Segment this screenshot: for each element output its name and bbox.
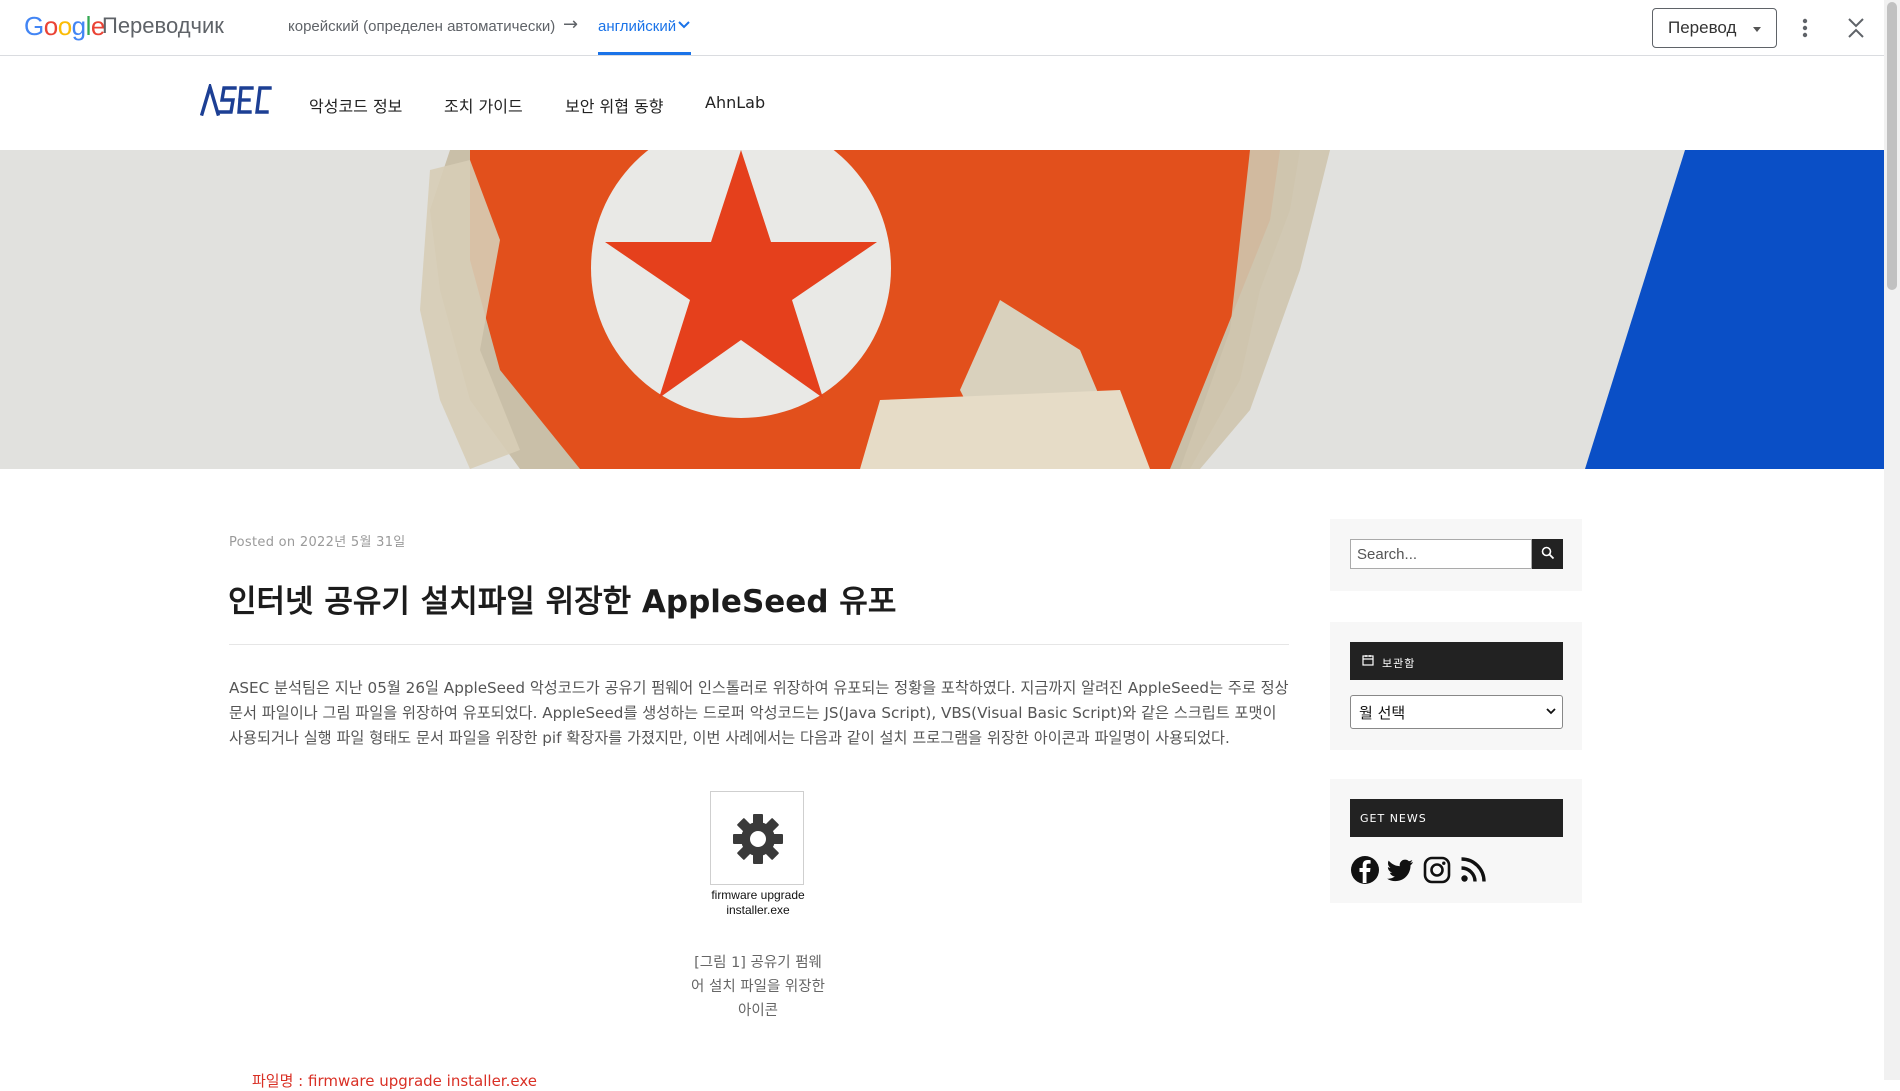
google-logo-letter: g (71, 11, 86, 41)
archive-widget-title: 보관함 (1350, 642, 1563, 680)
hero-banner (0, 150, 1884, 469)
get-news-widget-title: GET NEWS (1350, 799, 1563, 837)
rss-icon[interactable] (1458, 855, 1488, 885)
gear-icon (733, 814, 783, 864)
get-news-widget-label: GET NEWS (1360, 812, 1427, 825)
google-logo: Google (24, 11, 105, 42)
article-title: 인터넷 공유기 설치파일 위장한 AppleSeed 유포 (228, 584, 897, 620)
page-scrollbar[interactable] (1884, 0, 1900, 1080)
search-button[interactable] (1532, 539, 1563, 569)
google-logo-letter: o (43, 11, 58, 41)
figure-file-icon (710, 791, 804, 885)
search-icon (1541, 546, 1554, 559)
translate-button-label: Перевод (1668, 18, 1737, 37)
search-input[interactable] (1350, 539, 1532, 569)
get-news-widget: GET NEWS (1330, 779, 1582, 903)
title-divider (229, 644, 1289, 645)
nav-item-ahnlab[interactable]: AhnLab (705, 93, 765, 112)
more-vert-icon[interactable] (1798, 14, 1812, 42)
figure-file-name: firmware upgrade installer.exe (711, 888, 805, 917)
target-language-tab[interactable]: английский (598, 0, 691, 55)
calendar-icon (1362, 655, 1374, 666)
nav-item-malware-info[interactable]: 악성코드 정보 (309, 93, 402, 117)
scrollbar-thumb[interactable] (1887, 2, 1897, 290)
google-logo-letter: o (57, 11, 72, 41)
collapse-icon[interactable] (1846, 14, 1866, 42)
translate-app-name: Переводчик (102, 13, 224, 38)
archive-month-select[interactable]: 월 선택 (1350, 695, 1563, 729)
chevron-down-icon (678, 21, 690, 29)
site-header: 악성코드 정보 조치 가이드 보안 위협 동향 AhnLab (0, 57, 1884, 150)
google-translate-bar: Google Переводчик корейский (определен а… (0, 0, 1884, 56)
figure-caption: [그림 1] 공유기 펌웨어 설치 파일을 위장한 아이콘 (691, 955, 825, 1019)
nav-item-action-guide[interactable]: 조치 가이드 (444, 93, 523, 117)
asec-logo[interactable] (200, 84, 272, 116)
arrow-right-icon: → (563, 14, 579, 35)
hero-image (0, 150, 1884, 469)
file-name-line: 파일명 : firmware upgrade installer.exe (252, 1072, 537, 1090)
post-date: Posted on 2022년 5월 31일 (229, 535, 406, 550)
archive-widget: 보관함 월 선택 (1330, 622, 1582, 750)
translate-options-button[interactable]: Перевод (1652, 8, 1777, 48)
instagram-icon[interactable] (1422, 855, 1452, 885)
twitter-icon[interactable] (1386, 855, 1416, 885)
archive-widget-label: 보관함 (1382, 657, 1416, 670)
target-language-label: английский (598, 18, 677, 35)
search-widget (1330, 519, 1582, 591)
caret-down-icon (1753, 27, 1761, 32)
chevron-down-icon (1546, 708, 1556, 715)
google-logo-letter: G (24, 11, 44, 41)
facebook-icon[interactable] (1350, 855, 1380, 885)
archive-select-value: 월 선택 (1359, 704, 1406, 722)
nav-item-threat-trends[interactable]: 보안 위협 동향 (565, 93, 664, 117)
article-body: ASEC 분석팀은 지난 05월 26일 AppleSeed 악성코드가 공유기… (229, 679, 1289, 747)
source-language-tab[interactable]: корейский (определен автоматически) (288, 18, 555, 35)
